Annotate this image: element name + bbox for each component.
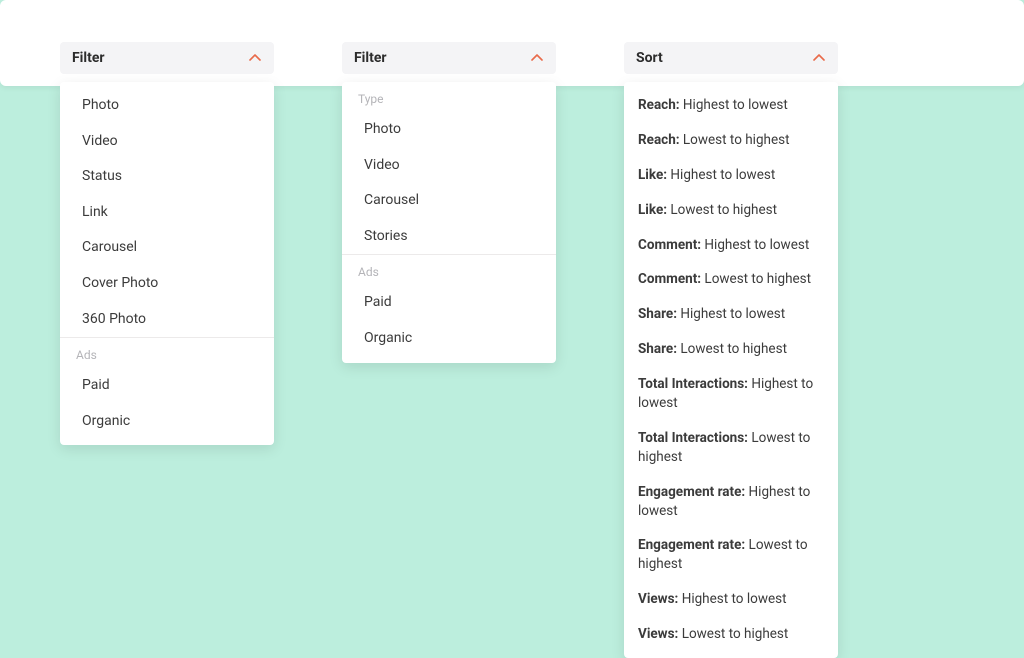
sort-metric: Like:	[638, 167, 667, 183]
filter-option[interactable]: Carousel	[60, 230, 274, 266]
sort-metric: Like:	[638, 202, 667, 218]
sort-option[interactable]: Engagement rate: Lowest to highest	[624, 528, 838, 582]
sort-metric: Total Interactions:	[638, 376, 748, 392]
sort-option[interactable]: Like: Highest to lowest	[624, 158, 838, 193]
chevron-up-icon	[530, 51, 544, 65]
sort-option[interactable]: Like: Lowest to highest	[624, 193, 838, 228]
sort-metric: Share:	[638, 341, 677, 357]
filter-header-label: Filter	[354, 50, 387, 66]
sort-option[interactable]: Reach: Highest to lowest	[624, 82, 838, 123]
filter-option[interactable]: Paid	[60, 368, 274, 404]
filter-header[interactable]: Filter	[60, 42, 274, 74]
sort-metric: Engagement rate:	[638, 484, 745, 500]
sort-option[interactable]: Total Interactions: Lowest to highest	[624, 421, 838, 475]
sort-metric: Comment:	[638, 237, 701, 253]
filter-dropdown-2: Filter Type Photo Video Carousel Stories…	[342, 42, 556, 363]
sort-direction: Highest to lowest	[678, 591, 786, 607]
sort-direction: Lowest to highest	[680, 132, 790, 148]
chevron-up-icon	[248, 51, 262, 65]
filter-option[interactable]: Carousel	[342, 183, 556, 219]
filter-option[interactable]: Paid	[342, 285, 556, 321]
sort-metric: Total Interactions:	[638, 430, 748, 446]
sort-direction: Highest to lowest	[701, 237, 809, 253]
sort-metric: Engagement rate:	[638, 537, 745, 553]
sort-option[interactable]: Engagement rate: Highest to lowest	[624, 475, 838, 529]
sort-option[interactable]: Share: Lowest to highest	[624, 332, 838, 367]
sort-header-label: Sort	[636, 50, 663, 66]
filter-header[interactable]: Filter	[342, 42, 556, 74]
sort-panel: Reach: Highest to lowestReach: Lowest to…	[624, 82, 838, 658]
sort-direction: Lowest to highest	[701, 271, 811, 287]
sort-metric: Comment:	[638, 271, 701, 287]
filter-option[interactable]: Video	[342, 148, 556, 184]
sort-direction: Highest to lowest	[667, 167, 775, 183]
filter-option[interactable]: Organic	[342, 321, 556, 363]
sort-metric: Reach:	[638, 97, 680, 113]
filter-option[interactable]: Link	[60, 195, 274, 231]
sort-direction: Lowest to highest	[678, 626, 788, 642]
sort-option[interactable]: Views: Lowest to highest	[624, 617, 838, 658]
filter-option[interactable]: Photo	[60, 82, 274, 124]
sort-option[interactable]: Share: Highest to lowest	[624, 297, 838, 332]
sort-option[interactable]: Reach: Lowest to highest	[624, 123, 838, 158]
filter-option[interactable]: Organic	[60, 404, 274, 446]
filter-dropdown-1: Filter Photo Video Status Link Carousel …	[60, 42, 274, 445]
sort-option[interactable]: Total Interactions: Highest to lowest	[624, 367, 838, 421]
filter-header-label: Filter	[72, 50, 105, 66]
sort-direction: Lowest to highest	[677, 341, 787, 357]
section-label-ads: Ads	[60, 337, 274, 368]
filter-option[interactable]: Cover Photo	[60, 266, 274, 302]
sort-option[interactable]: Comment: Highest to lowest	[624, 228, 838, 263]
filter-panel: Type Photo Video Carousel Stories Ads Pa…	[342, 82, 556, 363]
filter-panel: Photo Video Status Link Carousel Cover P…	[60, 82, 274, 445]
sort-metric: Views:	[638, 626, 678, 642]
chevron-up-icon	[812, 51, 826, 65]
section-label-type: Type	[342, 82, 556, 112]
sort-dropdown: Sort Reach: Highest to lowestReach: Lowe…	[624, 42, 838, 658]
section-label-ads: Ads	[342, 254, 556, 285]
sort-direction: Highest to lowest	[677, 306, 785, 322]
sort-metric: Reach:	[638, 132, 680, 148]
sort-option[interactable]: Comment: Lowest to highest	[624, 262, 838, 297]
sort-metric: Share:	[638, 306, 677, 322]
filter-option[interactable]: 360 Photo	[60, 302, 274, 338]
filter-option[interactable]: Video	[60, 124, 274, 160]
filter-option[interactable]: Stories	[342, 219, 556, 255]
filter-option[interactable]: Photo	[342, 112, 556, 148]
filter-option[interactable]: Status	[60, 159, 274, 195]
sort-header[interactable]: Sort	[624, 42, 838, 74]
sort-option[interactable]: Views: Highest to lowest	[624, 582, 838, 617]
sort-metric: Views:	[638, 591, 678, 607]
sort-direction: Highest to lowest	[680, 97, 788, 113]
sort-direction: Lowest to highest	[667, 202, 777, 218]
